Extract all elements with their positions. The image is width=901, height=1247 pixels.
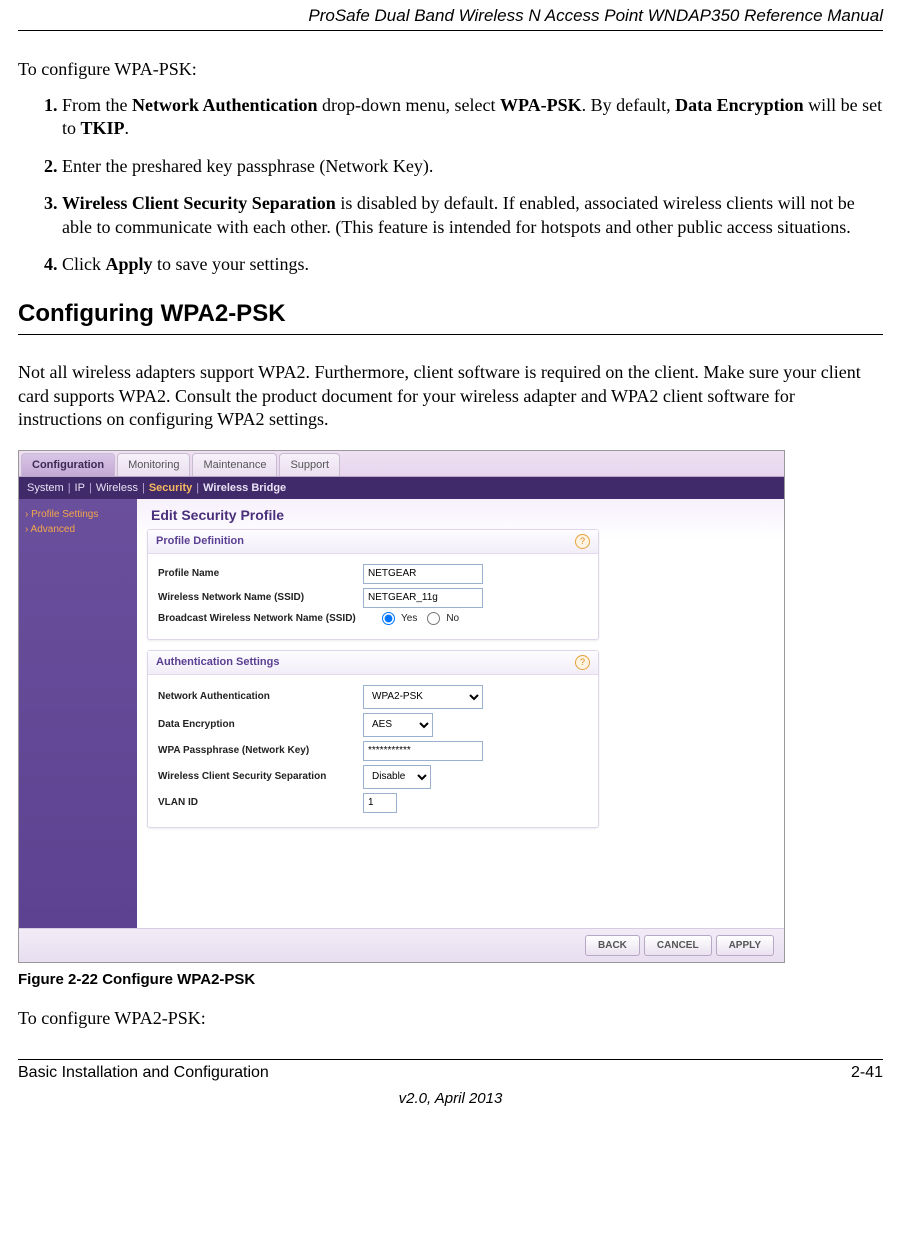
subnav-ip[interactable]: IP: [75, 482, 85, 494]
subnav-sep: |: [196, 482, 199, 494]
footer-left: Basic Installation and Configuration: [18, 1064, 269, 1082]
select-network-auth[interactable]: WPA2-PSK: [363, 685, 483, 709]
tab-configuration[interactable]: Configuration: [21, 453, 115, 476]
subnav-wireless[interactable]: Wireless: [96, 482, 138, 494]
profile-definition-header-text: Profile Definition: [156, 535, 244, 547]
row-network-auth: Network Authentication WPA2-PSK: [158, 685, 588, 709]
ui-body: › Profile Settings › Advanced Edit Secur…: [19, 499, 784, 928]
step-1-bold-2: WPA-PSK: [500, 95, 582, 115]
label-profile-name: Profile Name: [158, 568, 363, 579]
row-wpa-passphrase: WPA Passphrase (Network Key): [158, 741, 588, 761]
row-data-encryption: Data Encryption AES: [158, 713, 588, 737]
row-vlan-id: VLAN ID: [158, 793, 588, 813]
radio-label-yes: Yes: [401, 613, 417, 624]
step-3-bold-1: Wireless Client Security Separation: [62, 193, 336, 213]
section-heading-wpa2-psk: Configuring WPA2-PSK: [18, 300, 883, 335]
auth-settings-header: Authentication Settings ?: [148, 651, 598, 675]
label-data-encryption: Data Encryption: [158, 719, 363, 730]
sidebar: › Profile Settings › Advanced: [19, 499, 137, 928]
tab-support[interactable]: Support: [279, 453, 340, 476]
radio-broadcast-no[interactable]: [427, 612, 440, 625]
input-profile-name[interactable]: [363, 564, 483, 584]
after-figure-text: To configure WPA2-PSK:: [18, 1008, 883, 1029]
subnav-system[interactable]: System: [27, 482, 64, 494]
step-4-text-a: Click: [62, 254, 106, 274]
step-1-bold-1: Network Authentication: [132, 95, 318, 115]
step-2: Enter the preshared key passphrase (Netw…: [62, 155, 883, 178]
row-broadcast-ssid: Broadcast Wireless Network Name (SSID) Y…: [158, 612, 588, 625]
label-vlan-id: VLAN ID: [158, 797, 363, 808]
step-4-text-b: to save your settings.: [153, 254, 309, 274]
step-1-text-e: .: [125, 118, 130, 138]
row-ssid: Wireless Network Name (SSID): [158, 588, 588, 608]
configure-wpa-psk-steps: From the Network Authentication drop-dow…: [18, 94, 883, 276]
subnav-sep: |: [142, 482, 145, 494]
apply-button[interactable]: APPLY: [716, 935, 774, 956]
step-1-text-a: From the: [62, 95, 132, 115]
intro-text: To configure WPA-PSK:: [18, 59, 883, 80]
input-ssid[interactable]: [363, 588, 483, 608]
page-footer: Basic Installation and Configuration 2-4…: [18, 1059, 883, 1082]
footer-center: v2.0, April 2013: [18, 1090, 883, 1119]
main-panel: Edit Security Profile Profile Definition…: [137, 499, 784, 928]
subnav-sep: |: [68, 482, 71, 494]
footer-right: 2-41: [851, 1064, 883, 1082]
radio-group-broadcast: Yes No: [376, 612, 459, 625]
help-icon[interactable]: ?: [575, 534, 590, 549]
subnav-sep: |: [89, 482, 92, 494]
back-button[interactable]: BACK: [585, 935, 640, 956]
radio-broadcast-yes[interactable]: [382, 612, 395, 625]
figure-2-22: Configuration Monitoring Maintenance Sup…: [18, 450, 883, 988]
row-profile-name: Profile Name: [158, 564, 588, 584]
cancel-button[interactable]: CANCEL: [644, 935, 712, 956]
select-client-separation[interactable]: Disable: [363, 765, 431, 789]
label-wpa-passphrase: WPA Passphrase (Network Key): [158, 745, 363, 756]
label-client-separation: Wireless Client Security Separation: [158, 771, 363, 782]
top-tabs: Configuration Monitoring Maintenance Sup…: [19, 451, 784, 477]
input-vlan-id[interactable]: [363, 793, 397, 813]
input-wpa-passphrase[interactable]: [363, 741, 483, 761]
section-body-wpa2-psk: Not all wireless adapters support WPA2. …: [18, 361, 883, 431]
step-4: Click Apply to save your settings.: [62, 253, 883, 276]
select-data-encryption[interactable]: AES: [363, 713, 433, 737]
help-icon[interactable]: ?: [575, 655, 590, 670]
step-1-text-c: . By default,: [582, 95, 675, 115]
profile-definition-content: Profile Name Wireless Network Name (SSID…: [148, 554, 598, 639]
row-client-separation: Wireless Client Security Separation Disa…: [158, 765, 588, 789]
auth-settings-content: Network Authentication WPA2-PSK Data Enc…: [148, 675, 598, 827]
tab-maintenance[interactable]: Maintenance: [192, 453, 277, 476]
sidebar-advanced[interactable]: › Advanced: [25, 524, 131, 535]
ui-footer-buttons: BACK CANCEL APPLY: [19, 928, 784, 962]
profile-definition-header: Profile Definition ?: [148, 530, 598, 554]
running-header: ProSafe Dual Band Wireless N Access Poin…: [18, 0, 883, 31]
ui-screenshot: Configuration Monitoring Maintenance Sup…: [18, 450, 785, 963]
figure-caption: Figure 2-22 Configure WPA2-PSK: [18, 971, 883, 988]
label-network-auth: Network Authentication: [158, 691, 363, 702]
radio-label-no: No: [446, 613, 459, 624]
step-4-bold-1: Apply: [106, 254, 153, 274]
sub-nav: System | IP | Wireless | Security | Wireless…: [19, 477, 784, 499]
step-1-bold-4: TKIP: [81, 118, 125, 138]
profile-definition-box: Profile Definition ? Profile Name Wirele…: [147, 529, 599, 640]
step-1-text-b: drop-down menu, select: [318, 95, 500, 115]
step-3: Wireless Client Security Separation is d…: [62, 192, 883, 239]
label-ssid: Wireless Network Name (SSID): [158, 592, 363, 603]
subnav-security[interactable]: Security: [149, 482, 192, 494]
step-1: From the Network Authentication drop-dow…: [62, 94, 883, 141]
label-broadcast-ssid: Broadcast Wireless Network Name (SSID): [158, 613, 376, 624]
auth-settings-box: Authentication Settings ? Network Authen…: [147, 650, 599, 828]
tab-monitoring[interactable]: Monitoring: [117, 453, 190, 476]
sidebar-profile-settings[interactable]: › Profile Settings: [25, 509, 131, 520]
auth-settings-header-text: Authentication Settings: [156, 656, 279, 668]
step-1-bold-3: Data Encryption: [675, 95, 804, 115]
subnav-wireless-bridge[interactable]: Wireless Bridge: [203, 482, 286, 494]
panel-title: Edit Security Profile: [151, 507, 774, 523]
